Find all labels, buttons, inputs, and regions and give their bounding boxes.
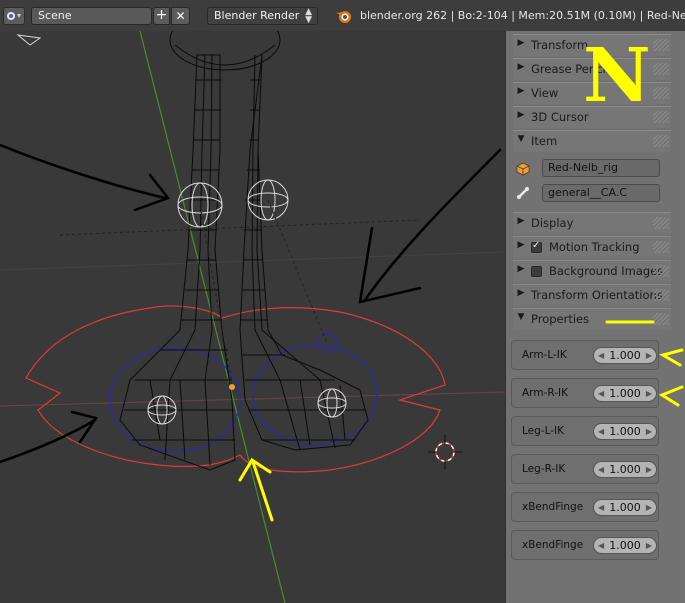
annotation-arrows-yellow <box>658 348 684 407</box>
big-letter: N <box>583 33 651 119</box>
n-key-annotation: N <box>583 33 651 119</box>
